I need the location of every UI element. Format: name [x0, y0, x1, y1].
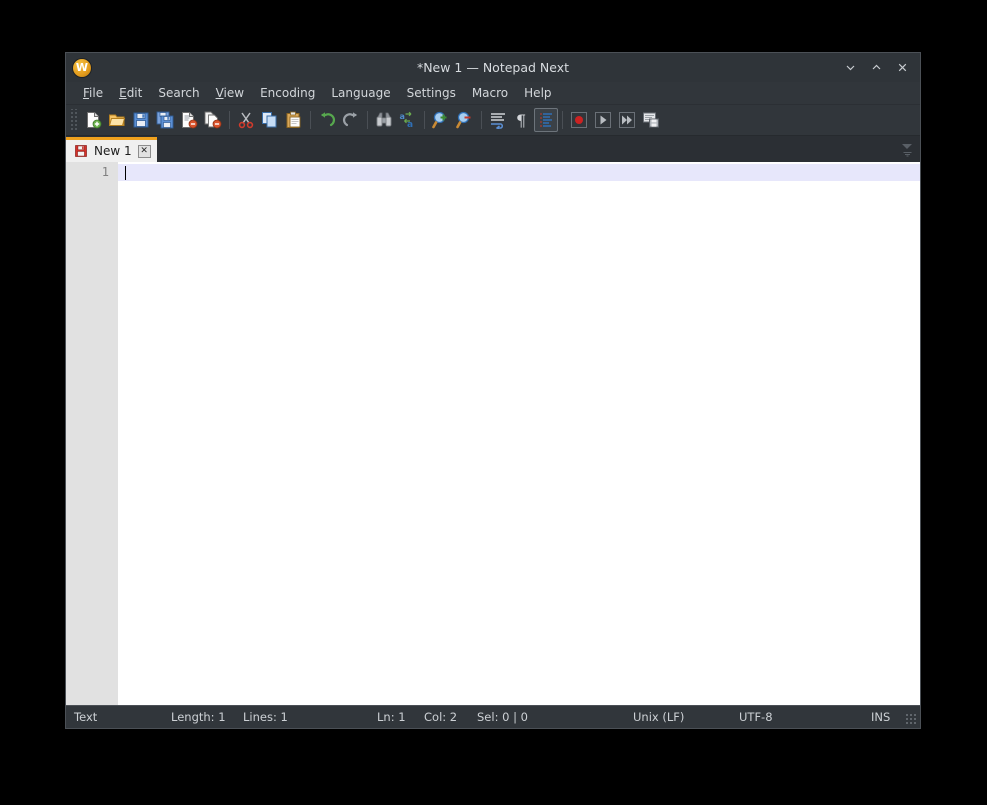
status-bar: Text Length: 1 Lines: 1 Ln: 1 Col: 2 Sel…	[66, 705, 920, 728]
menu-search[interactable]: Search	[150, 84, 207, 102]
status-language[interactable]: Text	[74, 710, 97, 724]
status-column: Col: 2	[424, 710, 458, 724]
minimize-button[interactable]	[838, 57, 862, 79]
tab-scroll-indicator-icon	[903, 152, 911, 157]
toolbar-separator	[229, 111, 230, 129]
binoculars-find-icon	[376, 112, 392, 127]
close-button[interactable]	[890, 57, 914, 79]
toolbar-drag-handle[interactable]	[70, 109, 78, 131]
status-overtype[interactable]: INS	[871, 710, 890, 724]
close-all-button[interactable]	[201, 108, 225, 132]
close-document-icon	[182, 112, 198, 129]
window-title: *New 1 — Notepad Next	[416, 60, 570, 75]
record-macro-button[interactable]	[567, 108, 591, 132]
magnifier-plus-icon	[432, 111, 447, 129]
text-edit-surface[interactable]	[118, 162, 920, 705]
svg-text:a: a	[400, 112, 405, 121]
cut-button[interactable]	[234, 108, 258, 132]
svg-text:¶: ¶	[516, 111, 526, 129]
status-length: Length: 1	[171, 710, 226, 724]
menu-settings[interactable]: Settings	[399, 84, 464, 102]
main-toolbar: a a ¶	[66, 105, 920, 136]
toolbar-separator	[562, 111, 563, 129]
status-encoding[interactable]: UTF-8	[739, 710, 773, 724]
undo-button[interactable]	[315, 108, 339, 132]
play-macro-button[interactable]	[591, 108, 615, 132]
current-line-highlight	[118, 164, 920, 181]
unsaved-floppy-icon	[75, 145, 87, 157]
redo-arrow-icon	[342, 112, 357, 127]
menu-edit[interactable]: Edit	[111, 84, 150, 102]
status-lines: Lines: 1	[243, 710, 288, 724]
clipboard-paste-icon	[286, 111, 301, 128]
close-file-button[interactable]	[177, 108, 201, 132]
indent-guide-icon	[540, 113, 552, 127]
open-folder-icon	[108, 114, 126, 126]
word-wrap-icon	[491, 113, 505, 129]
undo-arrow-icon	[321, 112, 336, 127]
find-button[interactable]	[372, 108, 396, 132]
menu-language[interactable]: Language	[323, 84, 398, 102]
record-circle-icon	[571, 112, 587, 128]
tab-bar: New 1 ✕	[66, 136, 920, 162]
window-controls	[838, 57, 914, 79]
pilcrow-icon: ¶	[516, 111, 526, 129]
new-file-button[interactable]	[81, 108, 105, 132]
word-wrap-button[interactable]	[486, 108, 510, 132]
menu-bar: File Edit Search View Encoding Language …	[66, 82, 920, 105]
tab-list-button[interactable]	[898, 140, 916, 160]
save-file-button[interactable]	[129, 108, 153, 132]
toolbar-separator	[310, 111, 311, 129]
run-macro-multiple-button[interactable]	[615, 108, 639, 132]
line-number-gutter: 1	[66, 162, 118, 705]
redo-button[interactable]	[339, 108, 363, 132]
status-selection: Sel: 0 | 0	[477, 710, 528, 724]
maximize-button[interactable]	[864, 57, 888, 79]
paste-button[interactable]	[282, 108, 306, 132]
toolbar-separator	[481, 111, 482, 129]
floppy-disk-icon	[133, 112, 149, 128]
toolbar-separator	[424, 111, 425, 129]
save-macro-icon	[643, 112, 659, 128]
menu-view[interactable]: View	[208, 84, 252, 102]
menu-macro[interactable]: Macro	[464, 84, 516, 102]
tab-close-button[interactable]: ✕	[137, 144, 151, 158]
zoom-out-button[interactable]	[453, 108, 477, 132]
editor-area[interactable]: 1	[66, 162, 920, 705]
find-replace-icon: a a	[400, 111, 413, 129]
copy-pages-icon	[262, 112, 277, 128]
tab-new-1[interactable]: New 1 ✕	[66, 137, 157, 162]
status-eol[interactable]: Unix (LF)	[633, 710, 684, 724]
title-bar[interactable]: W *New 1 — Notepad Next	[66, 53, 920, 82]
show-all-characters-button[interactable]: ¶	[510, 108, 534, 132]
line-number: 1	[101, 165, 109, 179]
magnifier-minus-icon	[456, 111, 471, 129]
indent-guide-button[interactable]	[534, 108, 558, 132]
replace-button[interactable]: a a	[396, 108, 420, 132]
toolbar-separator	[367, 111, 368, 129]
save-macro-button[interactable]	[639, 108, 663, 132]
menu-file[interactable]: File	[75, 84, 111, 102]
resize-grip[interactable]	[905, 713, 917, 725]
copy-button[interactable]	[258, 108, 282, 132]
status-line: Ln: 1	[377, 710, 406, 724]
save-all-icon	[156, 111, 174, 129]
open-file-button[interactable]	[105, 108, 129, 132]
scissors-icon	[238, 112, 254, 129]
tab-label: New 1	[94, 144, 132, 158]
chevron-down-icon	[902, 144, 912, 149]
play-triangle-icon	[595, 112, 611, 128]
menu-encoding[interactable]: Encoding	[252, 84, 323, 102]
notepad-next-logo-icon: W	[73, 58, 91, 77]
menu-help[interactable]: Help	[516, 84, 559, 102]
new-document-icon	[87, 112, 102, 129]
zoom-in-button[interactable]	[429, 108, 453, 132]
text-caret	[125, 166, 126, 180]
fast-forward-icon	[619, 112, 635, 128]
application-window: W *New 1 — Notepad Next File Edit Search…	[65, 52, 921, 729]
close-all-documents-icon	[204, 111, 222, 129]
save-all-button[interactable]	[153, 108, 177, 132]
